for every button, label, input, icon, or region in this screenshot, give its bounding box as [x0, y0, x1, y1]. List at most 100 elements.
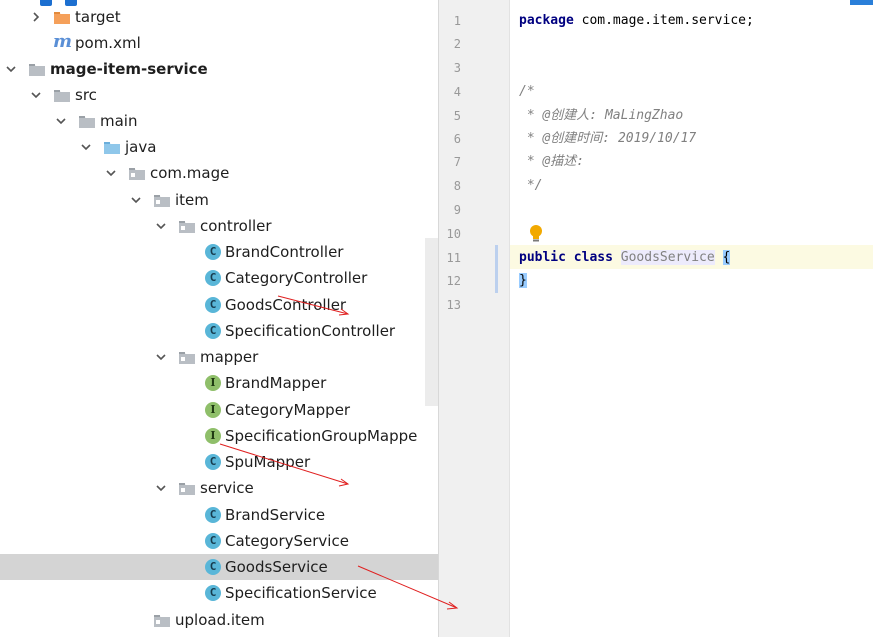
chevron-down-icon[interactable]	[28, 82, 44, 108]
tree-item-mage-item-service[interactable]: mage-item-service	[0, 56, 438, 82]
open-brace: {	[722, 250, 731, 265]
tree-item-brandservice[interactable]: C BrandService	[0, 502, 438, 528]
tree-item-label: SpecificationService	[225, 584, 377, 602]
code-editor[interactable]: 1 2 3 4 5 6 7 8 9 10 11 12 13 package com.mage.item.…	[438, 0, 873, 637]
tree-item-label: SpecificationGroupMappe	[225, 427, 418, 445]
tree-item-item[interactable]: item	[0, 187, 438, 213]
tree-item-label: upload.item	[175, 611, 265, 629]
line-number: 6	[453, 132, 461, 146]
tree-item-java[interactable]: java	[0, 134, 438, 160]
line-number: 10	[446, 227, 461, 241]
package-icon	[128, 165, 146, 181]
code-line-5[interactable]: * @创建人: MaLingZhao	[519, 104, 683, 128]
comment-date-value: 2019/10/17	[617, 131, 697, 146]
folder-orange-icon	[53, 9, 71, 25]
chevron-down-icon[interactable]	[153, 213, 169, 239]
comment-author-value: MaLingZhao	[604, 108, 684, 123]
interface-icon: I	[205, 402, 221, 418]
package-icon	[153, 612, 171, 628]
tree-item-categorycontroller[interactable]: C CategoryController	[0, 265, 438, 291]
tree-item-label: com.mage	[150, 164, 230, 182]
tree-item-label: java	[125, 138, 157, 156]
tree-item-label: item	[175, 191, 209, 209]
tree-item-service[interactable]: service	[0, 475, 438, 501]
tree-item-label: GoodsController	[225, 296, 347, 314]
line-number: 2	[453, 37, 461, 51]
tree-item-specificationservice[interactable]: C SpecificationService	[0, 580, 438, 606]
class-icon: C	[205, 585, 221, 601]
code-line-4[interactable]: /*	[519, 80, 535, 104]
code-line-7[interactable]: * @描述:	[519, 150, 584, 174]
chevron-down-icon[interactable]	[53, 108, 69, 134]
close-brace: }	[519, 273, 527, 288]
class-icon: C	[205, 533, 221, 549]
class-icon: C	[205, 559, 221, 575]
tree-item-brandcontroller[interactable]: C BrandController	[0, 239, 438, 265]
chevron-down-icon[interactable]	[153, 475, 169, 501]
tree-item-label: main	[100, 112, 138, 130]
tree-item-spumapper[interactable]: C SpuMapper	[0, 449, 438, 475]
tree-item-label: GoodsService	[225, 558, 328, 576]
tree-item-controller[interactable]: controller	[0, 213, 438, 239]
package-name: com.mage.item.service;	[573, 13, 754, 28]
tree-item-label: mapper	[200, 348, 259, 366]
interface-icon: I	[205, 375, 221, 391]
code-line-12[interactable]: }	[519, 269, 527, 293]
project-tree[interactable]: target m pom.xml mage-item-service src main ja…	[0, 0, 438, 637]
tree-item-mapper[interactable]: mapper	[0, 344, 438, 370]
tree-item-goodscontroller[interactable]: C GoodsController	[0, 292, 438, 318]
tree-item-categoryservice[interactable]: C CategoryService	[0, 528, 438, 554]
chevron-down-icon[interactable]	[78, 134, 94, 160]
chevron-down-icon[interactable]	[128, 187, 144, 213]
folder-icon	[53, 87, 71, 103]
class-icon: C	[205, 323, 221, 339]
tree-item-specificationgroupmappe[interactable]: I SpecificationGroupMappe	[0, 423, 438, 449]
lightbulb-icon[interactable]	[529, 224, 543, 244]
line-number: 4	[453, 85, 461, 99]
keyword-public: public	[519, 250, 566, 265]
line-number: 1	[453, 14, 461, 28]
tree-item-src[interactable]: src	[0, 82, 438, 108]
line-number: 12	[446, 274, 461, 288]
module-folder-icon	[28, 61, 46, 77]
change-marker[interactable]	[495, 245, 498, 293]
tree-item-main[interactable]: main	[0, 108, 438, 134]
tree-item-categorymapper[interactable]: I CategoryMapper	[0, 397, 438, 423]
code-line-6[interactable]: * @创建时间: 2019/10/17	[519, 127, 696, 151]
tree-item-label: SpecificationController	[225, 322, 396, 340]
tree-item-upload-item[interactable]: upload.item	[0, 607, 438, 633]
line-number: 7	[453, 155, 461, 169]
tree-item-brandmapper[interactable]: I BrandMapper	[0, 370, 438, 396]
folder-icon	[78, 113, 96, 129]
chevron-right-icon[interactable]	[28, 4, 44, 30]
tree-item-label: pom.xml	[75, 34, 141, 52]
chevron-down-icon[interactable]	[3, 56, 19, 82]
package-icon	[178, 349, 196, 365]
line-number: 5	[453, 109, 461, 123]
tree-item-com-mage[interactable]: com.mage	[0, 160, 438, 186]
line-number: 13	[446, 298, 461, 312]
class-icon: C	[205, 507, 221, 523]
tree-item-label: target	[75, 8, 121, 26]
code-line-8[interactable]: */	[519, 174, 543, 198]
class-icon: C	[205, 297, 221, 313]
chevron-down-icon[interactable]	[103, 160, 119, 186]
tree-item-label: SpuMapper	[225, 453, 311, 471]
tree-item-target[interactable]: target	[0, 4, 438, 30]
package-icon	[178, 218, 196, 234]
tree-item-label: CategoryMapper	[225, 401, 351, 419]
tree-item-specificationcontroller[interactable]: C SpecificationController	[0, 318, 438, 344]
code-line-1[interactable]: package com.mage.item.service;	[519, 9, 754, 33]
tree-scrollbar[interactable]	[425, 238, 438, 406]
tree-item-label: BrandService	[225, 506, 326, 524]
interface-icon: I	[205, 428, 221, 444]
class-name-goodsservice: GoodsService	[620, 250, 715, 265]
code-line-11[interactable]: public class GoodsService {	[519, 246, 731, 270]
tree-item-label: BrandController	[225, 243, 344, 261]
line-number: 3	[453, 61, 461, 75]
tree-item-goodsservice[interactable]: C GoodsService	[0, 554, 438, 580]
line-number: 9	[453, 203, 461, 217]
tree-item-pom-xml[interactable]: m pom.xml	[0, 30, 438, 56]
chevron-down-icon[interactable]	[153, 344, 169, 370]
source-folder-icon	[103, 139, 121, 155]
